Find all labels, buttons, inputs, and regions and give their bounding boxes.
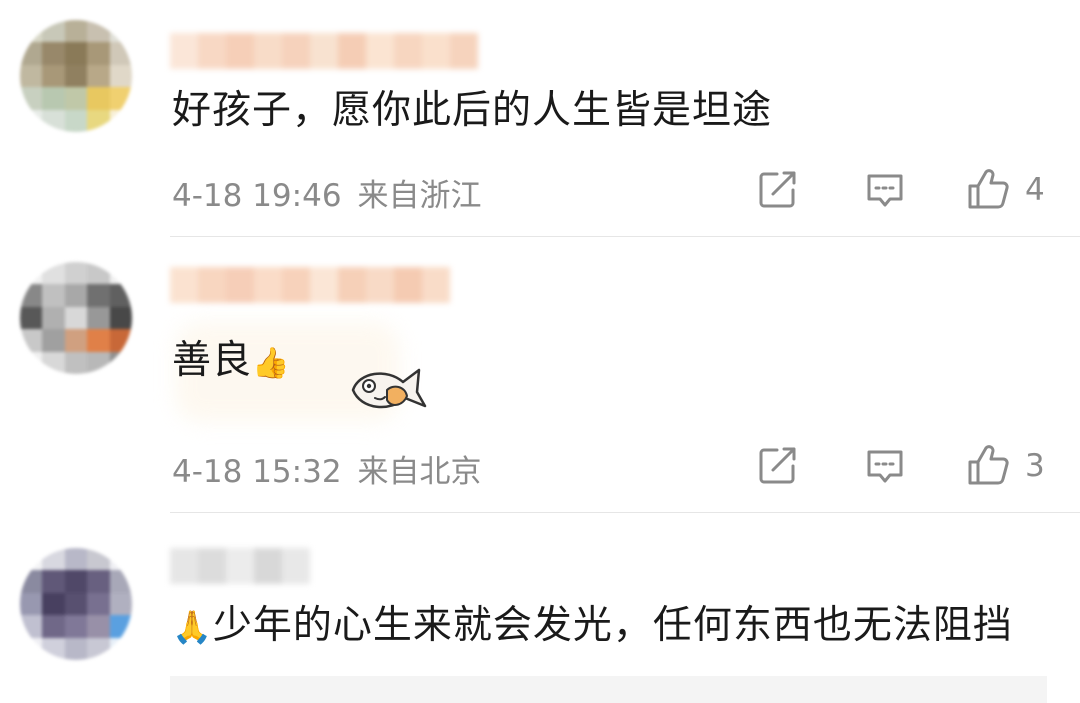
- comment-text: 🙏少年的心生来就会发光，任何东西也无法阻挡: [172, 603, 1013, 648]
- praying-hands-emoji: 🙏: [172, 608, 213, 646]
- username-obscured[interactable]: [170, 548, 310, 584]
- next-comment-preview: [170, 676, 1047, 703]
- avatar[interactable]: [20, 548, 132, 660]
- comment-item: 🙏少年的心生来就会发光，任何东西也无法阻挡: [0, 0, 1080, 703]
